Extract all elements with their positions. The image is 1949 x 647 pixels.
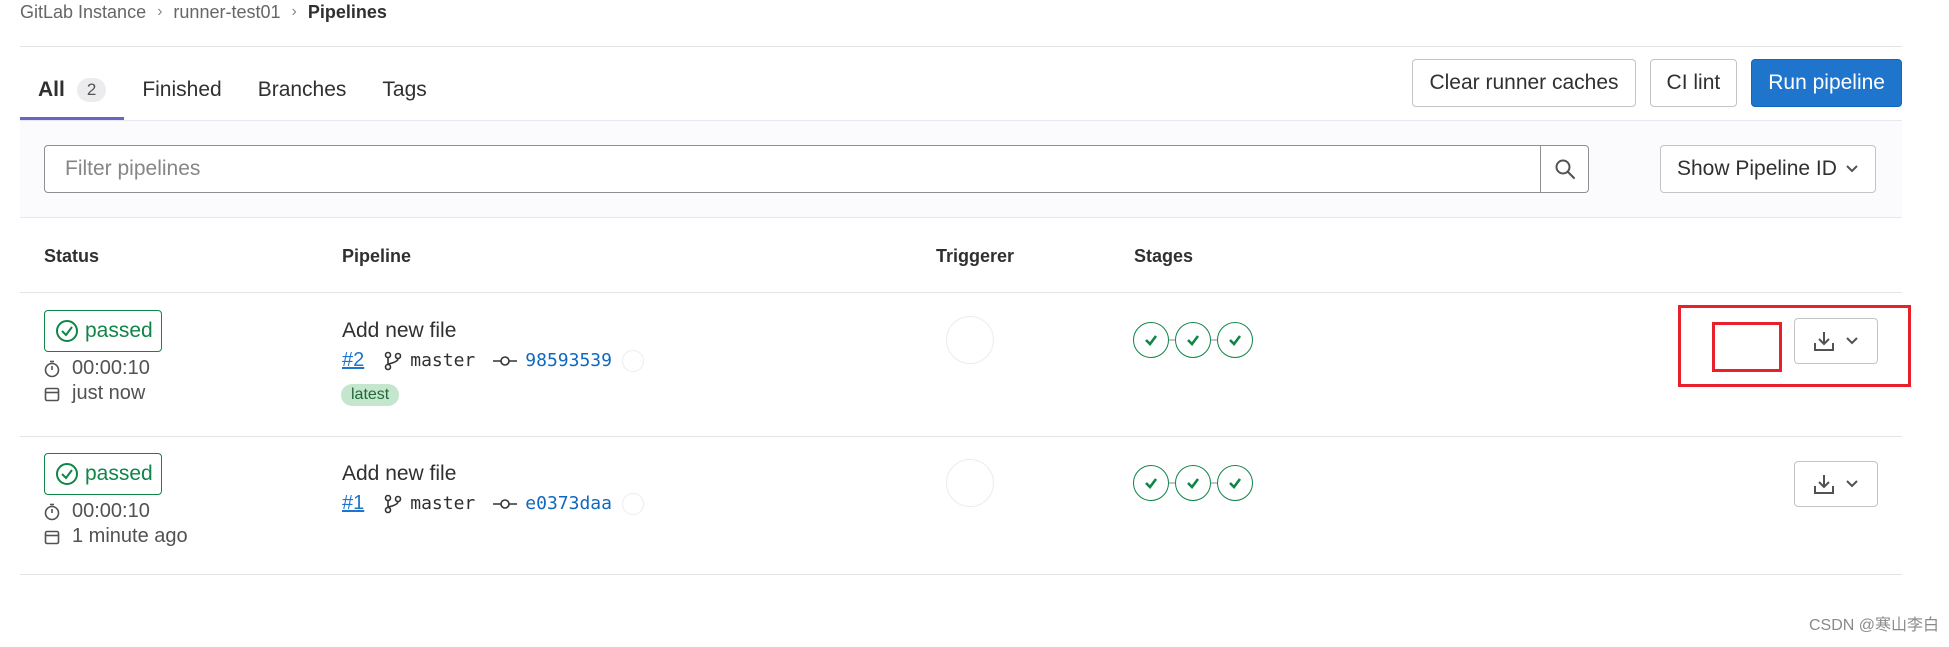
status-badge[interactable]: passed — [44, 310, 162, 352]
divider — [20, 436, 1902, 437]
calendar-icon — [44, 530, 60, 544]
status-label: passed — [85, 319, 153, 342]
stages-mini-graph — [1133, 465, 1253, 501]
avatar — [621, 349, 644, 372]
watermark: CSDN @寒山李白 — [1808, 617, 1939, 634]
branch-ref[interactable]: master — [410, 493, 475, 514]
commit-icon — [493, 498, 518, 509]
clear-runner-caches-button[interactable]: Clear runner caches — [1412, 59, 1636, 107]
tab-tags[interactable]: Tags — [364, 60, 444, 120]
breadcrumb-current[interactable]: Pipelines — [308, 2, 387, 23]
tab-all-label: All — [38, 78, 65, 101]
filter-box — [44, 145, 1589, 193]
pipeline-id-link[interactable]: #1 — [342, 492, 364, 515]
tab-all-count-badge: 2 — [76, 78, 107, 102]
breadcrumb: GitLab Instance › runner-test01 › Pipeli… — [20, 0, 387, 24]
stage-passed[interactable] — [1175, 465, 1211, 501]
pipeline-info: #1 master e0373daa — [342, 492, 644, 515]
pipeline-id-link[interactable]: #2 — [342, 349, 364, 372]
duration-text: 00:00:10 — [72, 357, 150, 379]
stage-passed[interactable] — [1217, 465, 1253, 501]
triggerer-avatar[interactable] — [946, 316, 994, 364]
duration-text: 00:00:10 — [72, 500, 150, 522]
branch-icon — [384, 351, 402, 370]
download-artifacts-button[interactable] — [1794, 461, 1878, 507]
latest-badge: latest — [341, 384, 400, 406]
status-label: passed — [85, 462, 153, 485]
pipeline-actions: Clear runner caches CI lint Run pipeline — [1412, 59, 1902, 107]
header-status: Status — [44, 246, 100, 266]
check-icon — [1145, 478, 1158, 489]
stage-passed[interactable] — [1175, 322, 1211, 358]
tab-branches[interactable]: Branches — [240, 60, 365, 120]
search-button[interactable] — [1540, 146, 1588, 192]
chevron-right-icon: › — [157, 3, 163, 20]
run-pipeline-button[interactable]: Run pipeline — [1751, 59, 1902, 107]
check-icon — [1187, 335, 1200, 346]
avatar — [621, 492, 644, 515]
branch-ref[interactable]: master — [410, 350, 475, 371]
check-icon — [1229, 335, 1242, 346]
header-pipeline: Pipeline — [342, 246, 412, 266]
breadcrumb-project[interactable]: runner-test01 — [173, 2, 280, 23]
commit-icon — [493, 355, 518, 366]
finished-time: just now — [44, 382, 145, 405]
check-icon — [1229, 478, 1242, 489]
check-icon — [1187, 478, 1200, 489]
check-icon — [1145, 335, 1158, 346]
timer-icon — [44, 360, 60, 377]
tab-branches-label: Branches — [257, 78, 347, 101]
check-circle-icon — [56, 463, 78, 485]
pipeline-commit-title[interactable]: Add new file — [342, 462, 456, 486]
filter-bar: Show Pipeline ID — [20, 120, 1902, 218]
chevron-down-icon — [1846, 165, 1858, 173]
stage-passed[interactable] — [1133, 465, 1169, 501]
stage-passed[interactable] — [1217, 322, 1253, 358]
pipeline-tabs: All 2 Finished Branches Tags — [20, 60, 445, 120]
divider — [20, 46, 1902, 47]
check-circle-icon — [56, 320, 78, 342]
finished-text: just now — [72, 382, 146, 404]
stages-mini-graph — [1133, 322, 1253, 358]
calendar-icon — [44, 387, 60, 401]
tab-finished[interactable]: Finished — [124, 60, 239, 120]
show-pipeline-id-dropdown[interactable]: Show Pipeline ID — [1660, 145, 1876, 193]
show-pipeline-id-label: Show Pipeline ID — [1677, 157, 1837, 180]
download-icon — [1814, 475, 1834, 494]
search-icon — [1555, 159, 1575, 179]
status-badge[interactable]: passed — [44, 453, 162, 495]
tab-finished-label: Finished — [142, 78, 222, 101]
timer-icon — [44, 503, 60, 520]
filter-pipelines-input[interactable] — [45, 146, 1540, 192]
tab-tags-label: Tags — [382, 78, 427, 101]
tab-all[interactable]: All 2 — [20, 60, 125, 120]
header-triggerer: Triggerer — [936, 246, 1015, 266]
ci-lint-button[interactable]: CI lint — [1649, 59, 1738, 107]
divider — [20, 292, 1902, 293]
divider — [20, 574, 1902, 575]
finished-time: 1 minute ago — [44, 525, 188, 548]
commit-sha-link[interactable]: e0373daa — [525, 493, 612, 514]
breadcrumb-instance[interactable]: GitLab Instance — [20, 2, 146, 23]
pipeline-info: #2 master 98593539 — [342, 349, 644, 372]
header-stages: Stages — [1134, 246, 1194, 266]
chevron-right-icon: › — [291, 3, 297, 20]
commit-sha-link[interactable]: 98593539 — [525, 350, 612, 371]
stage-passed[interactable] — [1133, 322, 1169, 358]
triggerer-avatar[interactable] — [946, 459, 994, 507]
branch-icon — [384, 494, 402, 513]
pipeline-commit-title[interactable]: Add new file — [342, 319, 456, 343]
duration: 00:00:10 — [44, 357, 150, 380]
highlight-box-annotation — [1712, 322, 1782, 372]
chevron-down-icon — [1846, 480, 1858, 488]
finished-text: 1 minute ago — [72, 525, 188, 547]
duration: 00:00:10 — [44, 500, 150, 523]
